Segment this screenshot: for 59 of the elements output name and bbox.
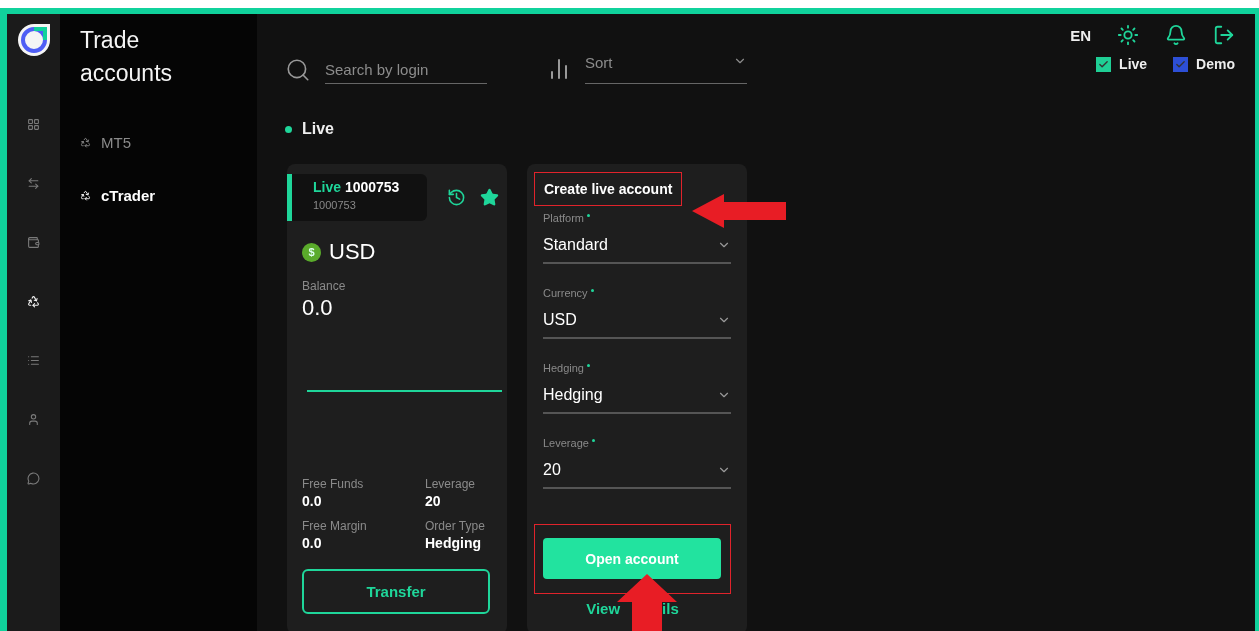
list-icon[interactable] xyxy=(27,354,40,367)
status-dot-icon xyxy=(285,125,292,133)
history-icon[interactable] xyxy=(447,188,466,207)
check-icon xyxy=(1098,58,1110,70)
checkbox-label: Demo xyxy=(1196,56,1235,72)
checkbox[interactable] xyxy=(1096,56,1112,72)
recycle-icon[interactable] xyxy=(27,295,40,308)
field-label: Currency xyxy=(543,287,588,299)
account-tab[interactable]: Live 1000753 1000753 xyxy=(287,174,427,221)
required-dot-icon xyxy=(591,439,595,442)
chat-icon[interactable] xyxy=(27,472,40,485)
stat-label: Order Type xyxy=(425,519,486,533)
required-dot-icon xyxy=(586,214,590,217)
currency: USD xyxy=(329,239,376,265)
currency-symbol: $ xyxy=(302,242,321,262)
details-link[interactable]: View xyxy=(586,600,621,617)
select-field[interactable]: Hedging xyxy=(543,378,731,414)
checkbox-label: Live xyxy=(1119,56,1148,72)
sun-icon[interactable] xyxy=(1117,24,1139,46)
field-label: Hedging xyxy=(543,362,584,374)
grid-icon[interactable] xyxy=(27,118,40,131)
stat-label: Leverage xyxy=(425,477,477,491)
field-label: Leverage xyxy=(543,437,589,449)
language-button[interactable]: EN xyxy=(1070,26,1091,44)
search-field[interactable]: Search by login xyxy=(325,55,487,84)
check-icon xyxy=(1175,58,1187,70)
balance-label: Balance xyxy=(302,279,347,293)
star-icon[interactable] xyxy=(480,188,499,207)
select-field[interactable]: 20 xyxy=(543,453,731,489)
user-icon[interactable] xyxy=(27,413,40,426)
stat-value: 20 xyxy=(425,493,442,509)
section-label: Live xyxy=(302,120,334,138)
sidebar-item[interactable]: MT5 xyxy=(80,134,257,151)
recycle-icon xyxy=(80,190,91,201)
account-login: 1000753 xyxy=(313,199,357,211)
sidebar-item[interactable]: cTrader xyxy=(80,187,257,204)
required-dot-icon xyxy=(587,364,590,367)
balance-value: 0.0 xyxy=(302,295,334,321)
wallet-icon[interactable] xyxy=(27,236,40,249)
required-dot-icon xyxy=(590,289,594,292)
field-label: Platform xyxy=(543,212,584,224)
stat-value: 0.0 xyxy=(302,493,323,509)
arrows-icon[interactable] xyxy=(27,177,40,190)
recycle-icon xyxy=(80,137,91,148)
checkbox[interactable] xyxy=(1173,56,1189,72)
stat-value: Hedging xyxy=(425,535,482,551)
select-field[interactable]: Standard xyxy=(543,228,731,264)
account-number: Live 1000753 xyxy=(313,179,401,195)
sort-dropdown[interactable]: Sort xyxy=(585,54,747,84)
stat-label: Free Margin xyxy=(302,519,368,533)
bell-icon[interactable] xyxy=(1165,24,1187,46)
transfer-button[interactable]: Transfer xyxy=(302,569,490,614)
form-title: Create live account xyxy=(534,172,683,206)
stat-value: 0.0 xyxy=(302,535,323,551)
logout-icon[interactable] xyxy=(1213,24,1235,46)
page-title: Trade accounts xyxy=(80,26,174,88)
select-field[interactable]: USD xyxy=(543,303,731,339)
stat-label: Free Funds xyxy=(302,477,365,491)
details-link[interactable]: ils xyxy=(662,600,679,617)
